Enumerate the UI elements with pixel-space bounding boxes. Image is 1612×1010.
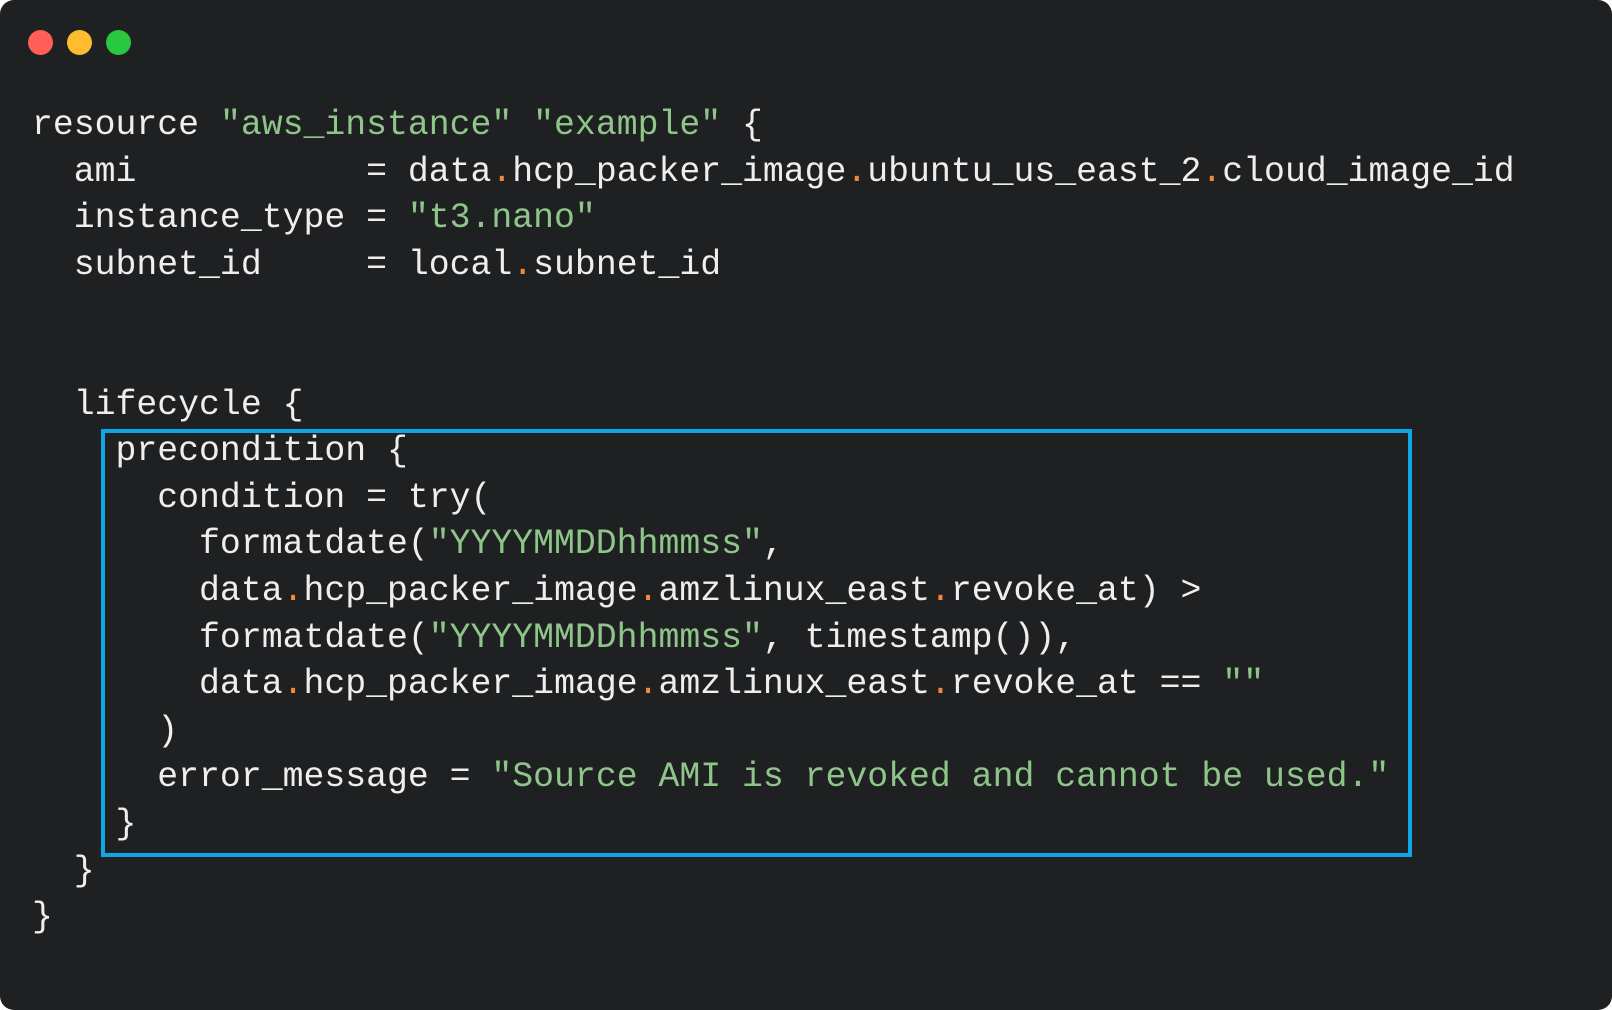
code-line: ) [32, 709, 1515, 756]
code-token: revoke_at == [950, 665, 1223, 705]
accessor-dot: . [282, 665, 304, 705]
code-line: data.hcp_packer_image.amzlinux_east.revo… [32, 662, 1515, 709]
accessor-dot: . [929, 665, 951, 705]
code-line: precondition { [32, 429, 1515, 476]
code-token: ubuntu_us_east_2 [867, 152, 1202, 192]
code-token: hcp_packer_image [303, 665, 638, 705]
code-token: } [32, 851, 95, 891]
code-token: formatdate( [32, 618, 429, 658]
code-token: subnet_id [533, 245, 722, 285]
accessor-dot: . [846, 152, 868, 192]
code-token: } [32, 804, 137, 844]
string-literal: "" [1222, 665, 1265, 705]
code-token: data [32, 665, 283, 705]
code-token: data [32, 571, 283, 611]
code-token: ami = data [32, 152, 492, 192]
code-token: revoke_at) > [950, 571, 1202, 611]
code-line: instance_type = "t3.nano" [32, 196, 1515, 243]
code-line: subnet_id = local.subnet_id [32, 243, 1515, 290]
maximize-button[interactable] [106, 30, 131, 55]
accessor-dot: . [491, 152, 513, 192]
close-button[interactable] [28, 30, 53, 55]
code-line: ami = data.hcp_packer_image.ubuntu_us_ea… [32, 150, 1515, 197]
code-token: lifecycle { [32, 385, 304, 425]
string-literal: "example" [533, 106, 722, 145]
code-window: resource "aws_instance" "example" { ami … [0, 0, 1612, 1010]
code-token: instance_type = [32, 199, 408, 239]
code-token: amzlinux_east [658, 665, 930, 705]
code-token: error_message = [32, 758, 492, 798]
accessor-dot: . [929, 571, 951, 611]
code-token: hcp_packer_image [303, 571, 638, 611]
accessor-dot: . [282, 571, 304, 611]
code-token: resource [32, 106, 220, 145]
code-token: { [721, 106, 763, 145]
code-line: data.hcp_packer_image.amzlinux_east.revo… [32, 569, 1515, 616]
accessor-dot: . [637, 665, 659, 705]
code-line: } [32, 849, 1515, 896]
code-token: amzlinux_east [658, 571, 930, 611]
code-line: formatdate("YYYYMMDDhhmmss", timestamp()… [32, 616, 1515, 663]
code-token: hcp_packer_image [512, 152, 847, 192]
code-line: error_message = "Source AMI is revoked a… [32, 755, 1515, 802]
code-line: condition = try( [32, 476, 1515, 523]
string-literal: "aws_instance" [219, 106, 513, 145]
code-line: } [32, 895, 1515, 942]
code-token: , timestamp()), [762, 618, 1077, 658]
code-token: condition = try( [32, 478, 492, 518]
code-token: , [762, 525, 784, 565]
code-token: } [32, 898, 53, 938]
minimize-button[interactable] [67, 30, 92, 55]
code-token: ) [32, 711, 179, 751]
string-literal: "Source AMI is revoked and cannot be use… [491, 758, 1390, 798]
code-line: formatdate("YYYYMMDDhhmmss", [32, 522, 1515, 569]
code-token: cloud_image_id [1222, 152, 1515, 192]
window-controls [28, 30, 131, 55]
code-line: lifecycle { [32, 383, 1515, 430]
code-token: precondition { [32, 432, 408, 472]
string-literal: "YYYYMMDDhhmmss" [428, 618, 763, 658]
code-line: } [32, 802, 1515, 849]
code-token: subnet_id = local [32, 245, 513, 285]
accessor-dot: . [512, 245, 534, 285]
accessor-dot: . [637, 571, 659, 611]
string-literal: "t3.nano" [407, 199, 596, 239]
code-line: resource "aws_instance" "example" { [32, 103, 1515, 150]
string-literal: "YYYYMMDDhhmmss" [428, 525, 763, 565]
accessor-dot: . [1201, 152, 1223, 192]
code-token: formatdate( [32, 525, 429, 565]
code-block: resource "aws_instance" "example" { ami … [32, 103, 1515, 942]
